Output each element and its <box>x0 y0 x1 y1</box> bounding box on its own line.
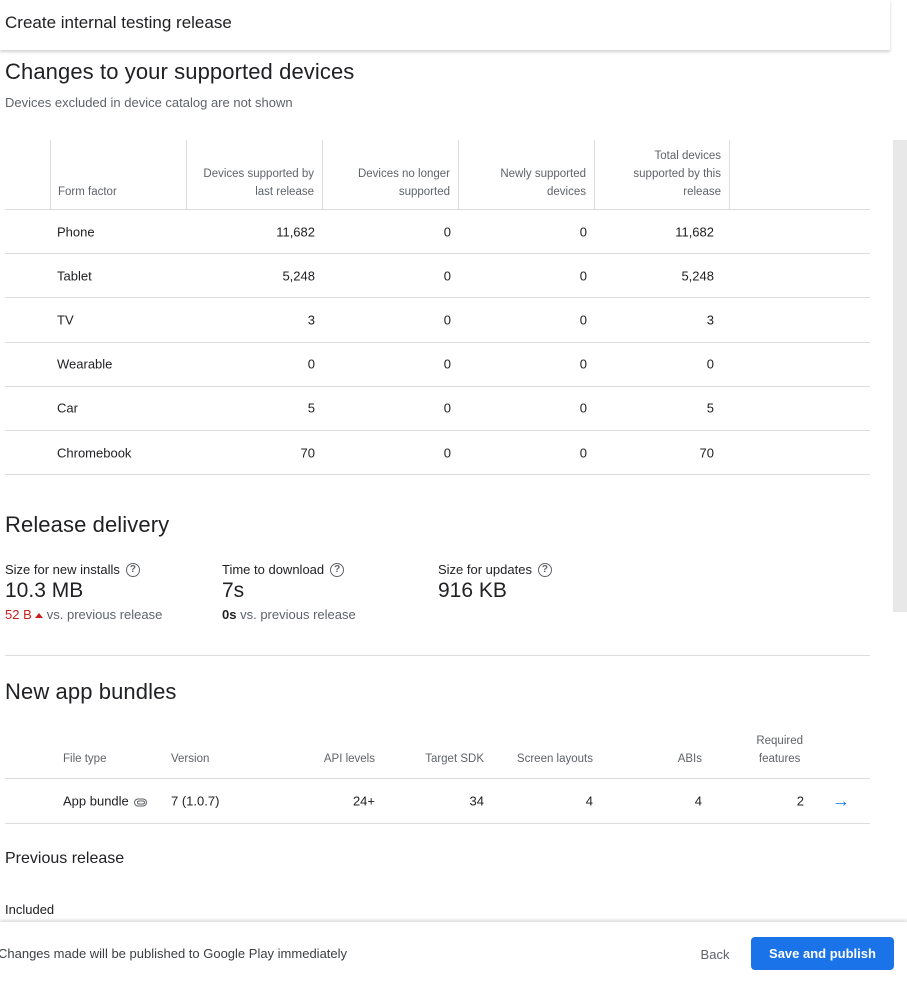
cell-total: 70 <box>699 445 714 461</box>
col-total-supported: Total devices supported by this release <box>594 140 730 209</box>
col-required-features: Required features <box>756 735 803 765</box>
scrollbar-thumb[interactable] <box>893 140 907 612</box>
cell-added: 0 <box>579 224 587 240</box>
cell-total: 11,682 <box>675 224 714 240</box>
col-abis: ABIs <box>677 753 702 765</box>
cell-screen-layouts: 4 <box>585 793 593 809</box>
devices-subtitle: Devices excluded in device catalog are n… <box>5 95 293 110</box>
file-type-label: App bundle <box>63 793 129 809</box>
table-row: Phone 11,682 0 0 11,682 <box>5 210 870 255</box>
cell-total: 0 <box>706 356 714 372</box>
dialog-footer: Changes made will be published to Google… <box>0 922 907 984</box>
cell-form-factor: Car <box>57 400 78 416</box>
cell-last: 11,682 <box>276 224 315 240</box>
cell-removed: 0 <box>443 445 451 461</box>
col-screen-layouts: Screen layouts <box>516 753 593 765</box>
cell-added: 0 <box>579 312 587 328</box>
metric-value: 7s <box>222 579 245 602</box>
help-icon[interactable]: ? <box>330 562 345 577</box>
cell-last: 3 <box>307 312 315 328</box>
cell-added: 0 <box>579 445 587 461</box>
devices-table-header: Form factor Devices supported by last re… <box>5 140 870 210</box>
table-row: Tablet 5,248 0 0 5,248 <box>5 254 870 299</box>
bundles-table-header: File type Version API levels Target SDK … <box>5 735 870 779</box>
cell-form-factor: Tablet <box>57 268 92 284</box>
metric-new-installs: Size for new installs? 10.3 MB 52 B vs. p… <box>5 562 162 622</box>
cell-last: 70 <box>300 445 315 461</box>
dialog-title: Create internal testing release <box>5 13 232 32</box>
cell-removed: 0 <box>443 224 451 240</box>
cell-form-factor: TV <box>57 312 74 328</box>
metric-value: 10.3 MB <box>5 579 84 602</box>
cell-target-sdk: 34 <box>469 793 484 809</box>
devices-heading: Changes to your supported devices <box>5 59 355 84</box>
save-and-publish-button[interactable]: Save and publish <box>751 937 894 970</box>
cell-form-factor: Chromebook <box>57 445 132 461</box>
help-icon[interactable]: ? <box>125 562 140 577</box>
metric-label: Size for new installs <box>5 562 120 577</box>
col-target-sdk: Target SDK <box>425 753 484 765</box>
included-label: Included <box>5 902 55 917</box>
col-form-factor: Form factor <box>50 140 186 209</box>
delta-value: 0s <box>222 607 237 622</box>
metric-download-time: Time to download? 7s 0s vs. previous rel… <box>222 562 356 622</box>
table-row: Chromebook 70 0 0 70 <box>5 431 870 476</box>
bundles-heading: New app bundles <box>5 679 177 704</box>
section-divider <box>5 655 870 656</box>
arrow-right-icon[interactable]: → <box>832 791 850 812</box>
table-row: Wearable 0 0 0 0 <box>5 343 870 387</box>
cell-removed: 0 <box>443 356 451 372</box>
devices-table: Form factor Devices supported by last re… <box>5 140 870 476</box>
publish-message: Changes made will be published to Google… <box>0 946 348 961</box>
delta-suffix: vs. previous release <box>240 607 356 622</box>
col-version: Version <box>171 753 210 765</box>
cell-required-features: 2 <box>796 793 804 809</box>
col-api-levels: API levels <box>323 753 375 765</box>
table-row[interactable]: App bundle 7 (1.0.7) 24+ 34 4 4 2 → <box>5 779 870 824</box>
col-no-longer-supported: Devices no longer supported <box>322 140 458 209</box>
cell-removed: 0 <box>443 400 451 416</box>
back-button[interactable]: Back <box>687 938 743 970</box>
cell-form-factor: Phone <box>57 224 95 240</box>
cell-total: 5 <box>706 400 714 416</box>
cell-abis: 4 <box>694 793 702 809</box>
cell-added: 0 <box>579 356 587 372</box>
cell-last: 5 <box>307 400 315 416</box>
metric-updates: Size for updates? 916 KB <box>438 562 552 603</box>
paperclip-icon <box>133 798 147 807</box>
cell-api-levels: 24+ <box>352 793 375 809</box>
cell-total: 3 <box>706 312 714 328</box>
col-file-type: File type <box>63 753 107 765</box>
table-row: Car 5 0 0 5 <box>5 387 870 431</box>
metric-label: Size for updates <box>438 562 532 577</box>
metric-delta: 0s vs. previous release <box>222 607 356 622</box>
arrow-up-icon <box>34 612 43 618</box>
cell-total: 5,248 <box>681 268 714 284</box>
col-newly-supported: Newly supported devices <box>458 140 594 209</box>
table-row: TV 3 0 0 3 <box>5 298 870 343</box>
metric-value: 916 KB <box>438 579 507 602</box>
dialog-header: Create internal testing release <box>0 0 890 50</box>
delivery-heading: Release delivery <box>5 512 170 537</box>
cell-added: 0 <box>579 268 587 284</box>
cell-form-factor: Wearable <box>57 356 113 372</box>
previous-heading: Previous release <box>5 850 125 867</box>
cell-version: 7 (1.0.7) <box>171 793 220 809</box>
cell-removed: 0 <box>443 268 451 284</box>
cell-file-type: App bundle <box>63 794 147 809</box>
col-last-release: Devices supported by last release <box>186 140 322 209</box>
delta-value: 52 B <box>5 607 32 622</box>
cell-removed: 0 <box>443 312 451 328</box>
cell-last: 0 <box>307 356 315 372</box>
delta-suffix: vs. previous release <box>46 607 163 622</box>
cell-added: 0 <box>579 400 587 416</box>
metric-delta: 52 B vs. previous release <box>5 607 162 622</box>
metric-label: Time to download <box>222 562 325 577</box>
cell-last: 5,248 <box>282 268 315 284</box>
help-icon[interactable]: ? <box>537 562 552 577</box>
